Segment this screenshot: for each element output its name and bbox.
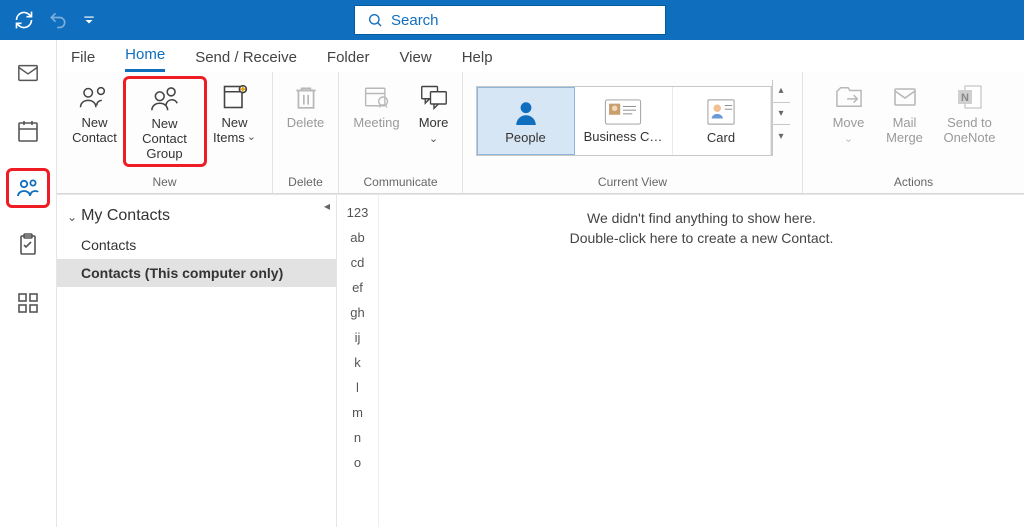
ribbon-group-current-view: People Business C… [463,72,803,193]
alpha-cd[interactable]: cd [351,255,365,270]
group-label-actions: Actions [894,173,933,191]
meeting-button: Meeting [346,80,408,131]
people-rail-icon[interactable] [6,168,50,208]
nav-item-contacts[interactable]: Contacts [57,231,336,259]
alpha-k[interactable]: k [354,355,361,370]
delete-button: Delete [280,80,332,131]
send-to-onenote-button: N Send to OneNote [935,80,1005,146]
alpha-ij[interactable]: ij [355,330,361,345]
group-label-communicate: Communicate [363,173,437,191]
more-icon [420,80,448,114]
group-label-current-view: Current View [598,173,667,191]
person-icon [513,98,539,126]
group-label-delete: Delete [288,173,323,191]
new-items-button[interactable]: New Items [209,80,261,146]
chevron-down-icon: ⌄ [67,210,77,224]
more-apps-rail-icon[interactable] [11,288,45,318]
content-area: ◂ ⌄ My Contacts Contacts Contacts (This … [57,194,1024,527]
more-communicate-button[interactable]: More⌄ [412,80,456,146]
empty-line2: Double-click here to create a new Contac… [379,229,1024,249]
search-placeholder: Search [391,12,439,29]
empty-line1: We didn't find anything to show here. [379,209,1024,229]
business-card-icon [604,99,642,125]
mail-rail-icon[interactable] [11,58,45,88]
new-items-icon [220,80,250,114]
onenote-icon: N [956,80,984,114]
sync-icon[interactable] [14,10,34,30]
new-contact-group-icon [147,81,183,115]
calendar-rail-icon[interactable] [11,116,45,146]
navigation-rail [0,40,57,527]
alpha-index: 123 ab cd ef gh ij k l m n o [337,195,379,527]
undo-icon[interactable] [48,10,68,30]
new-contact-group-button[interactable]: New Contact Group [123,76,207,167]
tasks-rail-icon[interactable] [11,230,45,260]
mail-merge-icon [891,80,919,114]
move-button: Move⌄ [823,80,875,146]
meeting-icon [362,80,392,114]
new-contact-icon [78,80,112,114]
alpha-m[interactable]: m [352,405,363,420]
gallery-scroll-down[interactable]: ▾ [773,103,790,126]
group-label-new: New [152,173,176,191]
alpha-ef[interactable]: ef [352,280,363,295]
search-box[interactable]: Search [354,5,666,35]
card-icon [706,98,736,126]
collapse-nav-icon[interactable]: ◂ [324,199,330,213]
tab-help[interactable]: Help [462,49,493,72]
tab-file[interactable]: File [71,49,95,72]
trash-icon [293,80,319,114]
gallery-scroll-up[interactable]: ▴ [773,80,790,103]
alpha-n[interactable]: n [354,430,361,445]
tab-home[interactable]: Home [125,46,165,72]
title-bar: Search [0,0,1024,40]
nav-item-contacts-local[interactable]: Contacts (This computer only) [57,259,336,287]
new-contact-button[interactable]: New Contact [69,80,121,146]
mail-merge-button: Mail Merge [879,80,931,146]
gallery-expand[interactable]: ▾ [773,125,790,148]
ribbon: New Contact New Contact Group New Items [57,72,1024,194]
tab-view[interactable]: View [399,49,431,72]
alpha-ab[interactable]: ab [350,230,364,245]
view-gallery: People Business C… [476,86,772,156]
alpha-123[interactable]: 123 [347,205,369,220]
alpha-gh[interactable]: gh [350,305,364,320]
folder-nav-pane: ◂ ⌄ My Contacts Contacts Contacts (This … [57,195,337,527]
view-people[interactable]: People [477,87,575,155]
view-card[interactable]: Card [673,87,771,155]
alpha-l[interactable]: l [356,380,359,395]
nav-header-my-contacts[interactable]: ⌄ My Contacts [57,205,336,231]
svg-text:N: N [961,92,969,104]
alpha-o[interactable]: o [354,455,361,470]
ribbon-group-communicate: Meeting More⌄ Communicate [339,72,463,193]
tab-folder[interactable]: Folder [327,49,370,72]
ribbon-group-new: New Contact New Contact Group New Items [57,72,273,193]
gallery-scroll: ▴ ▾ ▾ [772,80,790,156]
search-icon [367,12,383,28]
move-icon [834,80,864,114]
ribbon-tabs: File Home Send / Receive Folder View Hel… [57,40,1024,72]
tab-send-receive[interactable]: Send / Receive [195,49,297,72]
ribbon-group-actions: Move⌄ Mail Merge N Send to OneNote [803,72,1024,193]
view-business-card[interactable]: Business C… [575,87,673,155]
empty-state[interactable]: We didn't find anything to show here. Do… [379,195,1024,527]
ribbon-group-delete: Delete Delete [273,72,339,193]
qat-dropdown-icon[interactable] [82,13,96,27]
